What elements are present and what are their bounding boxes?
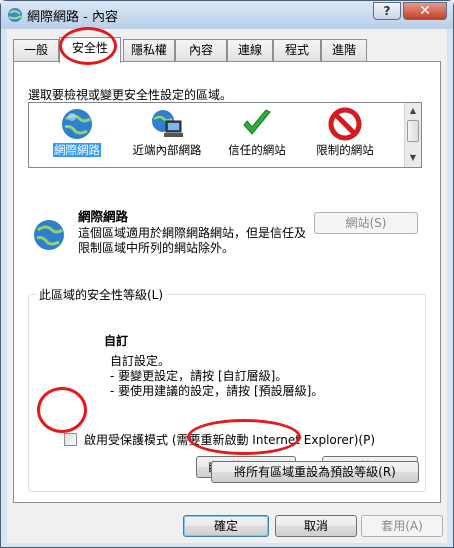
tab-advanced[interactable]: 進階 [321, 39, 367, 61]
internet-options-icon [8, 8, 22, 22]
restricted-icon [328, 107, 362, 141]
zone-label: 近端內部網路 [132, 143, 202, 157]
reset-all-zones-button[interactable]: 將所有區域重設為預設等級(R) [211, 461, 419, 483]
cancel-button[interactable]: 取消 [275, 515, 357, 537]
zone-label: 信任的網站 [228, 143, 286, 157]
globe-icon [62, 109, 92, 139]
security-panel: 選取要檢視或變更安全性設定的區域。 網際網路 近端內部網路 信任的網站 限制的網… [13, 61, 441, 503]
protected-mode-label[interactable]: 啟用受保護模式 (需要重新啟動 Internet Explorer)(P) [84, 431, 375, 448]
zone-prompt: 選取要檢視或變更安全性設定的區域。 [28, 88, 233, 102]
zone-item-intranet[interactable]: 近端內部網路 [125, 107, 209, 157]
scroll-thumb[interactable] [407, 120, 419, 142]
security-level-title: 自訂 [104, 334, 129, 348]
zone-list[interactable]: 網際網路 近端內部網路 信任的網站 限制的網站 ▲ ▼ [28, 102, 422, 168]
apply-button[interactable]: 套用(A) [361, 515, 443, 537]
zone-list-scrollbar[interactable]: ▲ ▼ [404, 103, 421, 167]
selected-zone-globe-icon [34, 220, 64, 250]
ok-button[interactable]: 確定 [183, 515, 269, 537]
intranet-icon [152, 110, 183, 137]
sites-button[interactable]: 網站(S) [314, 212, 418, 234]
tab-general[interactable]: 一般 [13, 39, 59, 61]
internet-options-window: 網際網路 - 內容 ? ✕ 一般 安全性 隱私權 內容 連線 程式 進階 選取要… [0, 0, 454, 548]
zone-label: 限制的網站 [316, 143, 374, 157]
dialog-client: 一般 安全性 隱私權 內容 連線 程式 進階 選取要檢視或變更安全性設定的區域。… [7, 29, 447, 543]
zone-item-internet[interactable]: 網際網路 [35, 107, 119, 157]
selected-zone-name: 網際網路 [78, 209, 129, 224]
security-level-group-label: 此區域的安全性等級(L) [36, 286, 167, 303]
tab-programs[interactable]: 程式 [273, 39, 321, 61]
zone-label: 網際網路 [53, 143, 101, 157]
scroll-down-icon[interactable]: ▼ [405, 150, 421, 166]
scroll-up-icon[interactable]: ▲ [405, 103, 421, 119]
tab-content[interactable]: 內容 [175, 39, 227, 61]
selected-zone-description: 這個區域適用於網際網路網站，但是信任及限制區域中所列的網站除外。 [78, 226, 307, 255]
title-bar[interactable]: 網際網路 - 內容 ? ✕ [1, 1, 453, 29]
level-line: - 要使用建議的設定，請按 [預設層級]。 [110, 384, 324, 398]
tab-privacy[interactable]: 隱私權 [123, 39, 175, 61]
tab-connections[interactable]: 連線 [227, 39, 273, 61]
tab-security[interactable]: 安全性 [59, 37, 121, 63]
level-line: - 要變更設定，請按 [自訂層級]。 [110, 369, 288, 383]
checkmark-icon [243, 109, 271, 135]
window-title: 網際網路 - 內容 [27, 10, 118, 25]
protected-mode-checkbox[interactable] [64, 433, 77, 446]
level-line: 自訂設定。 [110, 354, 171, 368]
close-button[interactable]: ✕ [403, 2, 447, 20]
help-button[interactable]: ? [373, 2, 401, 20]
zone-item-trusted[interactable]: 信任的網站 [215, 107, 299, 157]
security-level-description: 自訂設定。 - 要變更設定，請按 [自訂層級]。 - 要使用建議的設定，請按 [… [110, 354, 323, 399]
zone-item-restricted[interactable]: 限制的網站 [303, 107, 387, 157]
